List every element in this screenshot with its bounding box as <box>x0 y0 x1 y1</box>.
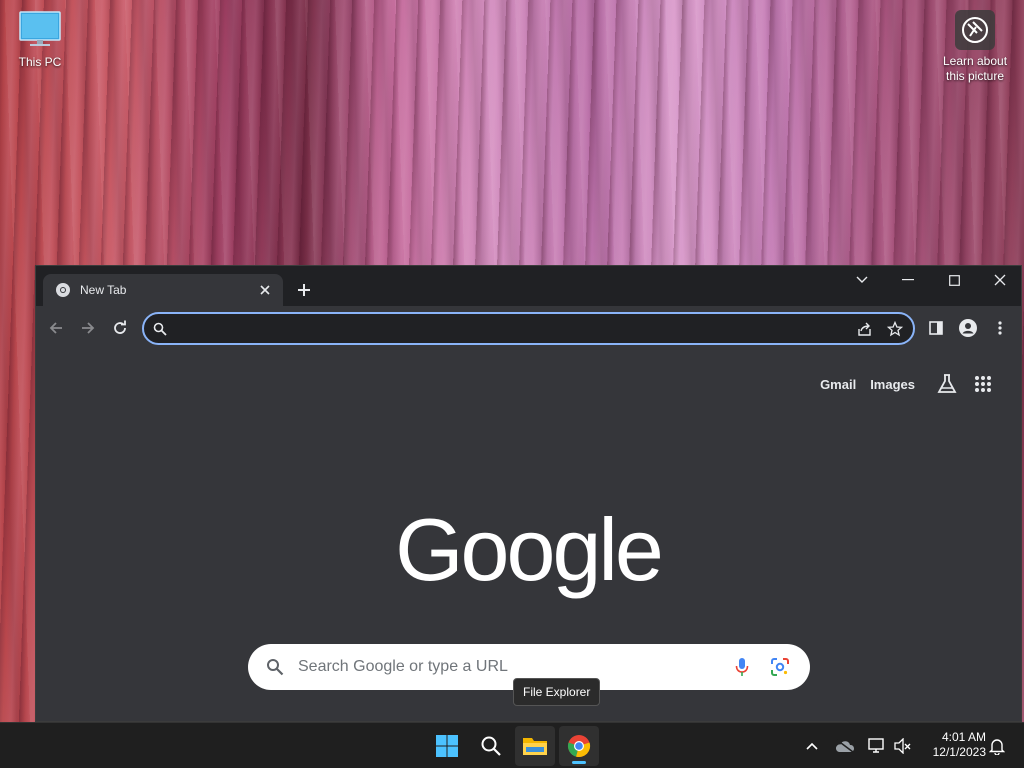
google-search-input[interactable] <box>298 658 716 676</box>
google-logo: Google <box>395 500 664 599</box>
chrome-icon <box>55 282 71 298</box>
images-link[interactable]: Images <box>870 377 915 392</box>
clock[interactable]: 4:01 AM 12/1/2023 <box>920 730 986 760</box>
menu-button[interactable] <box>986 314 1014 342</box>
bell-icon <box>989 739 1005 755</box>
taskbar-file-explorer[interactable] <box>515 726 555 766</box>
desktop-icon-label: Learn about this picture <box>942 54 1008 83</box>
profile-icon <box>959 319 977 337</box>
taskbar: 4:01 AM 12/1/2023 <box>0 722 1024 768</box>
back-button[interactable] <box>42 314 70 342</box>
start-icon <box>436 735 458 757</box>
close-icon <box>994 274 1006 286</box>
labs-icon[interactable] <box>929 368 965 400</box>
desktop-icon-label: This PC <box>18 55 62 69</box>
volume-tray-icon[interactable] <box>892 735 914 757</box>
minimize-icon <box>902 279 914 281</box>
search-icon <box>153 322 167 336</box>
close-tab-icon[interactable] <box>257 282 273 298</box>
tab-search-button[interactable] <box>839 266 885 294</box>
reload-button[interactable] <box>106 314 134 342</box>
forward-button[interactable] <box>74 314 102 342</box>
browser-toolbar <box>36 306 1021 350</box>
camera-icon <box>955 10 995 50</box>
tab-new-tab[interactable]: New Tab <box>43 274 283 306</box>
side-panel-icon <box>929 321 943 335</box>
taskbar-tooltip: File Explorer <box>513 678 601 706</box>
side-panel-button[interactable] <box>922 314 950 342</box>
share-icon[interactable] <box>857 321 873 337</box>
notifications-button[interactable] <box>986 735 1008 757</box>
chevron-down-icon <box>856 276 868 283</box>
microphone-icon[interactable] <box>730 655 754 679</box>
profile-button[interactable] <box>954 314 982 342</box>
new-tab-page: Gmail Images Google <box>36 350 1021 721</box>
arrow-right-icon <box>82 322 95 334</box>
top-links: Gmail Images <box>820 368 1001 400</box>
desktop-icon-learn-about-picture[interactable]: Learn about this picture <box>938 10 1012 84</box>
more-vert-icon <box>998 321 1002 335</box>
taskbar-chrome[interactable] <box>559 726 599 766</box>
onedrive-tray-icon[interactable] <box>834 735 856 757</box>
network-tray-icon[interactable] <box>866 735 888 757</box>
start-button[interactable] <box>427 726 467 766</box>
arrow-left-icon <box>49 322 62 334</box>
chrome-window: New Tab Gmail Images Google Search Googl… <box>35 265 1022 722</box>
monitor-icon <box>18 10 62 51</box>
volume-muted-icon <box>894 738 911 754</box>
address-input[interactable] <box>167 320 857 337</box>
close-window-button[interactable] <box>977 266 1021 294</box>
reload-icon <box>114 320 126 334</box>
minimize-button[interactable] <box>885 266 931 294</box>
taskbar-search-button[interactable] <box>471 726 511 766</box>
active-app-indicator <box>572 761 586 764</box>
star-icon[interactable] <box>887 320 903 337</box>
clock-time: 4:01 AM <box>941 730 986 744</box>
search-icon <box>481 736 501 756</box>
plus-icon <box>298 284 310 296</box>
cloud-off-icon <box>835 739 855 753</box>
desktop-icon-this-pc[interactable]: This PC <box>14 10 66 70</box>
gmail-link[interactable]: Gmail <box>820 377 856 392</box>
clock-date: 12/1/2023 <box>932 745 986 759</box>
tab-title: New Tab <box>80 283 127 297</box>
chevron-up-icon <box>806 742 818 750</box>
address-bar[interactable] <box>142 312 915 345</box>
show-hidden-icons-button[interactable] <box>801 735 823 757</box>
file-explorer-icon <box>523 738 547 755</box>
apps-grid-icon[interactable] <box>965 368 1001 400</box>
maximize-icon <box>948 274 960 286</box>
lens-icon[interactable] <box>768 655 792 679</box>
new-tab-button[interactable] <box>292 278 316 302</box>
maximize-button[interactable] <box>931 266 977 294</box>
chrome-icon <box>567 735 591 758</box>
search-icon <box>266 658 284 676</box>
tab-strip: New Tab <box>36 266 1021 306</box>
network-icon <box>868 738 884 753</box>
